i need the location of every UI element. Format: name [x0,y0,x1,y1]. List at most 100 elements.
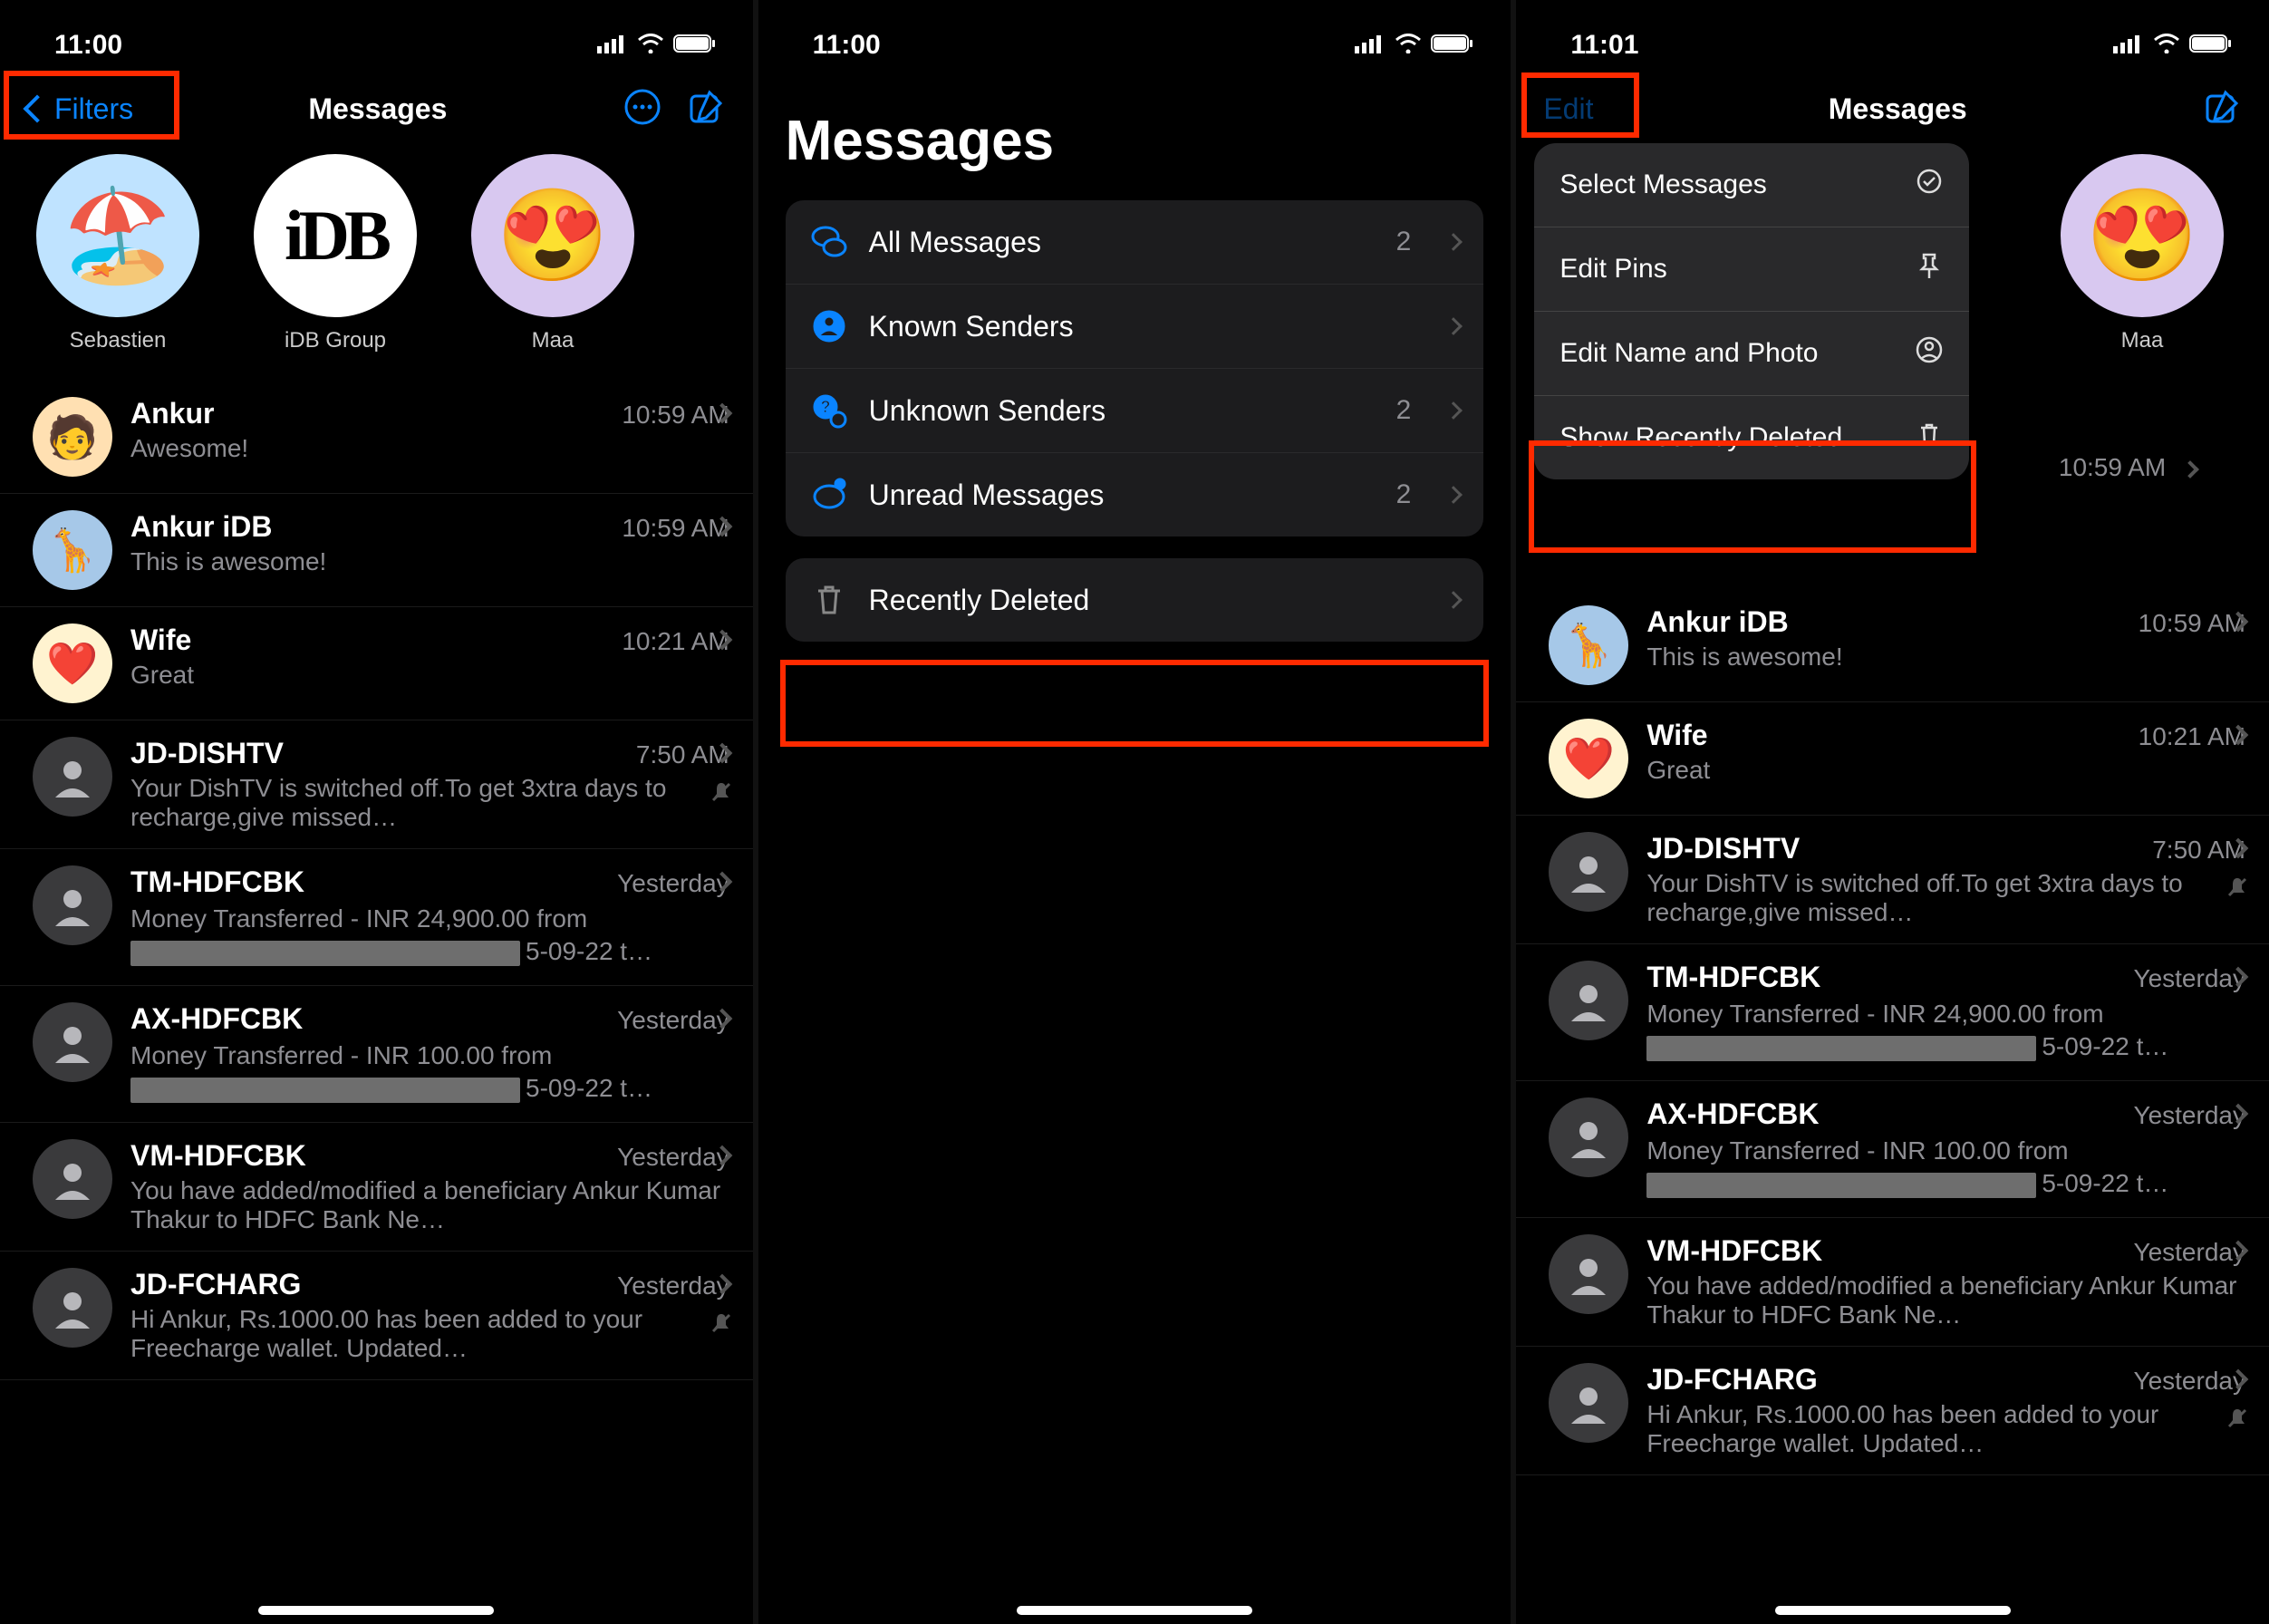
filter-all-messages[interactable]: All Messages 2 [786,200,1484,285]
avatar: 😍 [2061,154,2224,317]
conversation-name: TM-HDFCBK [130,865,304,899]
conversation-row[interactable]: JD-DISHTV7:50 AMYour DishTV is switched … [0,720,753,849]
conversation-name: Ankur iDB [130,510,272,544]
conversation-row[interactable]: ❤️Wife10:21 AMGreat [0,607,753,720]
pin-icon [1915,251,1944,287]
filter-recently-deleted[interactable]: Recently Deleted [786,558,1484,642]
menu-edit-name-photo[interactable]: Edit Name and Photo [1534,312,1969,396]
conversation-row[interactable]: TM-HDFCBKYesterdayMoney Transferred - IN… [1516,944,2269,1081]
avatar: ❤️ [1549,719,1628,798]
muted-icon [2226,875,2249,904]
screenshot-3: 11:01 Edit Messages 😍 Maa 10:59 AM Selec… [1516,0,2269,1624]
known-sender-icon [809,306,849,346]
conversation-row[interactable]: AX-HDFCBKYesterdayMoney Transferred - IN… [1516,1081,2269,1218]
filter-label: Recently Deleted [869,584,1090,617]
compose-button[interactable] [2202,87,2242,131]
annotation-highlight [780,660,1489,747]
conversation-name: Ankur [130,397,214,430]
home-indicator[interactable] [258,1606,494,1615]
conversation-name: JD-DISHTV [130,737,284,770]
conversation-time: 10:59 AM [2059,453,2197,482]
muted-icon [2226,1406,2249,1435]
conversation-time: Yesterday [617,1271,729,1300]
conversation-row[interactable]: JD-DISHTV7:50 AMYour DishTV is switched … [1516,816,2269,944]
filter-unread-messages[interactable]: Unread Messages 2 [786,453,1484,536]
chevron-right-icon [1444,233,1463,251]
wifi-icon [2153,30,2180,61]
status-time: 11:00 [54,30,122,61]
edit-button[interactable]: Edit [1543,92,1593,126]
status-time: 11:00 [813,30,881,61]
avatar: 🦒 [1549,605,1628,685]
conversation-row[interactable]: JD-FCHARG Yesterday Hi Ankur, Rs.1000.00 h… [0,1252,753,1380]
conversation-name: JD-FCHARG [1646,1363,1817,1397]
conversation-time: Yesterday [617,1143,729,1172]
conversation-row[interactable]: VM-HDFCBKYesterdayYou have added/modifie… [1516,1218,2269,1347]
compose-button[interactable] [686,87,726,131]
avatar: 🦒 [33,510,112,590]
filter-unknown-senders[interactable]: ? Unknown Senders 2 [786,369,1484,453]
conversation-row[interactable]: AX-HDFCBKYesterdayMoney Transferred - IN… [0,986,753,1123]
signal-icon [2113,30,2144,61]
pinned-label: Sebastien [70,328,167,353]
home-indicator[interactable] [1017,1606,1252,1615]
redacted-text [130,1078,520,1103]
conversation-time: Yesterday [617,869,729,898]
screenshot-1: 11:00 Filters Messages [0,0,753,1624]
pinned-contact-idb-group[interactable]: iDB iDB Group [254,154,417,353]
avatar [33,737,112,817]
person-circle-icon [1915,335,1944,372]
conversation-name: Wife [1646,719,1707,752]
conversation-list[interactable]: 🧑Ankur10:59 AMAwesome!🦒Ankur iDB10:59 AM… [0,381,753,1380]
conversation-preview: Awesome! [130,434,735,463]
conversation-name: JD-FCHARG [130,1268,301,1301]
menu-edit-pins[interactable]: Edit Pins [1534,227,1969,312]
avatar: ❤️ [33,624,112,703]
conversation-list[interactable]: 🦒Ankur iDB10:59 AMThis is awesome! ❤️ Wife… [1516,589,2269,1475]
avatar: 🧑 [33,397,112,477]
pinned-contact-maa[interactable]: 😍 Maa [2061,154,2224,353]
conversation-row[interactable]: 🦒Ankur iDB10:59 AMThis is awesome! [1516,589,2269,702]
conversation-row[interactable]: JD-FCHARGYesterdayHi Ankur, Rs.1000.00 h… [1516,1347,2269,1475]
menu-label: Select Messages [1559,169,1766,200]
svg-text:?: ? [820,398,830,416]
nav-title: Messages [308,92,447,126]
conversation-row[interactable]: 🧑Ankur10:59 AMAwesome! [0,381,753,494]
filter-label: Unknown Senders [869,394,1106,428]
wifi-icon [1395,30,1422,61]
conversation-time: Yesterday [617,1006,729,1035]
screenshot-2: 11:00 Messages All Messages 2 Known Send… [758,0,1511,1624]
status-bar: 11:01 [1516,0,2269,72]
muted-icon [710,780,733,808]
pinned-label: Maa [2121,328,2164,353]
avatar: 🏖️ [36,154,199,317]
battery-icon [2189,30,2233,61]
filter-known-senders[interactable]: Known Senders [786,285,1484,369]
pinned-label: iDB Group [285,328,386,353]
avatar [1549,961,1628,1040]
pinned-contact-maa[interactable]: 😍 Maa [471,154,634,353]
home-indicator[interactable] [1775,1606,2011,1615]
chevron-right-icon [1444,591,1463,609]
conversation-preview: Money Transferred - INR 100.00 from5-09-… [130,1039,735,1106]
conversation-row[interactable]: TM-HDFCBKYesterdayMoney Transferred - IN… [0,849,753,986]
edit-menu: Select Messages Edit Pins Edit Name and … [1534,143,1969,479]
avatar [1549,1363,1628,1443]
more-menu-button[interactable] [623,87,662,131]
conversation-preview: Hi Ankur, Rs.1000.00 has been added to y… [130,1305,735,1363]
pinned-contact-sebastien[interactable]: 🏖️ Sebastien [36,154,199,353]
avatar [33,1002,112,1082]
conversation-row[interactable]: 🦒Ankur iDB10:59 AMThis is awesome! [0,494,753,607]
conversation-row[interactable]: VM-HDFCBKYesterdayYou have added/modifie… [0,1123,753,1252]
unknown-sender-icon: ? [809,391,849,430]
filters-back-button[interactable]: Filters [27,92,133,126]
muted-icon [710,1311,733,1339]
menu-label: Show Recently Deleted [1559,422,1842,453]
menu-show-recently-deleted[interactable]: Show Recently Deleted [1534,396,1969,479]
avatar [1549,1097,1628,1177]
chevron-right-icon [2181,460,2199,478]
menu-select-messages[interactable]: Select Messages [1534,143,1969,227]
redacted-text [130,941,520,966]
conversation-row[interactable]: ❤️Wife10:21 AMGreat [1516,702,2269,816]
avatar [33,1139,112,1219]
